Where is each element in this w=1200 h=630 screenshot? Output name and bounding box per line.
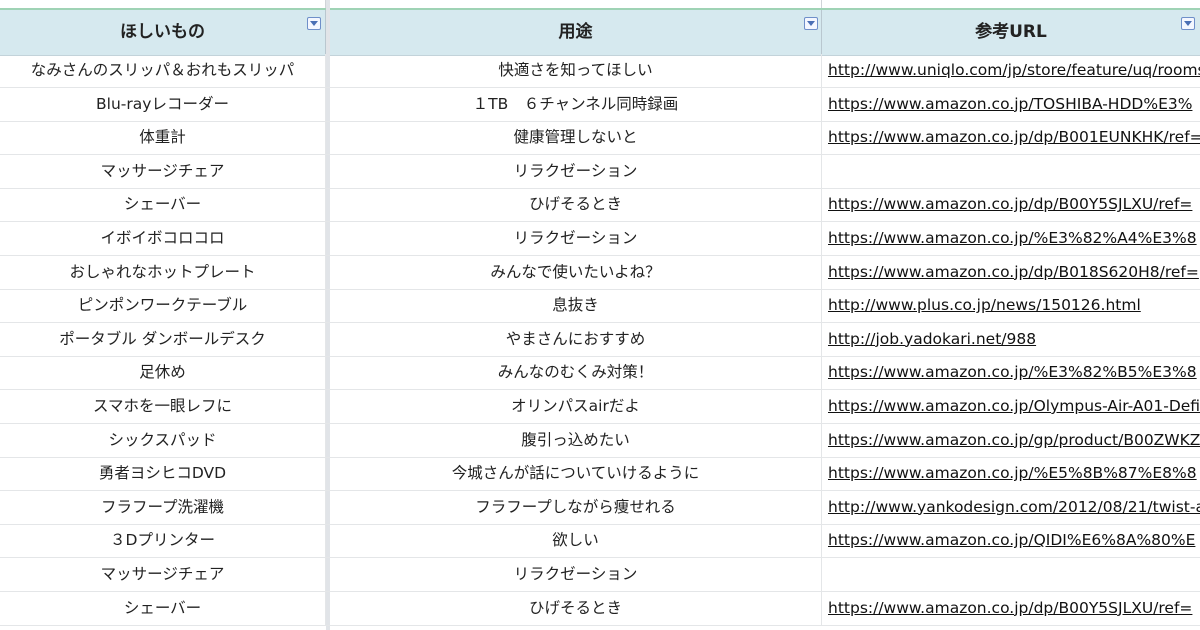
table-row: おしゃれなホットプレート みんなで使いたいよね？ https://www.amazo… bbox=[0, 255, 1200, 290]
cell-want[interactable]: 勇者ヨシヒコDVD bbox=[0, 457, 326, 491]
url-link[interactable]: http://www.plus.co.jp/news/150126.html bbox=[828, 296, 1141, 314]
cell-purpose[interactable]: みんなのむくみ対策！ bbox=[330, 356, 822, 390]
cell-purpose[interactable]: やまさんにおすすめ bbox=[330, 322, 822, 356]
cell-purpose[interactable]: 健康管理しないと bbox=[330, 121, 822, 155]
table-row: スマホを一眼レフに オリンパスairだよ https://www.amazon.co… bbox=[0, 390, 1200, 424]
cell-url[interactable] bbox=[822, 558, 1200, 591]
cell-want[interactable]: Blu-rayレコーダー bbox=[0, 87, 326, 121]
cell-purpose[interactable]: 息抜き bbox=[330, 289, 822, 323]
cell-purpose[interactable]: 今城さんが話についていけるように bbox=[330, 457, 822, 491]
table-row: 勇者ヨシヒコDVD 今城さんが話についていけるように https://www.ama… bbox=[0, 457, 1200, 492]
header-url[interactable]: 参考URL bbox=[822, 10, 1200, 55]
filter-dropdown-icon[interactable] bbox=[307, 17, 321, 30]
spreadsheet: ほしいもの 用途 参考URL なみさんのスリッパ＆おれもスリッパ 快適さを知ってほ… bbox=[0, 0, 1200, 630]
table-row: シェーバー ひげそるとき https://www.amazon.co.jp/dp/B… bbox=[0, 591, 1200, 626]
cell-url[interactable]: https://www.amazon.co.jp/dp/B001EUNKHK/r… bbox=[822, 121, 1200, 154]
table-row: シェーバー ひげそるとき https://www.amazon.co.jp/dp/B… bbox=[0, 188, 1200, 223]
table-row: フラフープ洗濯機 フラフープしながら痩せれる http://www.yankodes… bbox=[0, 490, 1200, 525]
table-row: 体重計 健康管理しないと https://www.amazon.co.jp/dp/B… bbox=[0, 121, 1200, 156]
col-strip-a bbox=[0, 0, 326, 8]
url-link[interactable]: https://www.amazon.co.jp/%E3%82%B5%E3%8 bbox=[828, 363, 1197, 381]
url-link[interactable]: https://www.amazon.co.jp/dp/B018S620H8/r… bbox=[828, 263, 1199, 281]
col-strip-b bbox=[330, 0, 822, 8]
header-row: ほしいもの 用途 参考URL bbox=[0, 8, 1200, 56]
cell-purpose[interactable]: ひげそるとき bbox=[330, 591, 822, 625]
cell-want[interactable]: シェーバー bbox=[0, 188, 326, 222]
cell-url[interactable]: http://www.uniqlo.com/jp/store/feature/u… bbox=[822, 54, 1200, 87]
cell-purpose[interactable]: 快適さを知ってほしい bbox=[330, 54, 822, 87]
header-want-label: ほしいもの bbox=[120, 22, 205, 42]
cell-url[interactable]: http://www.plus.co.jp/news/150126.html bbox=[822, 289, 1200, 322]
cell-want[interactable]: なみさんのスリッパ＆おれもスリッパ bbox=[0, 54, 326, 87]
url-link[interactable]: https://www.amazon.co.jp/gp/product/B00Z… bbox=[828, 431, 1200, 449]
cell-want[interactable]: シックスパッド bbox=[0, 423, 326, 457]
url-link[interactable]: https://www.amazon.co.jp/dp/B001EUNKHK/r… bbox=[828, 128, 1200, 146]
table-row: ３Dプリンター 欲しい https://www.amazon.co.jp/QIDI%… bbox=[0, 524, 1200, 559]
cell-url[interactable]: https://www.amazon.co.jp/gp/product/B00Z… bbox=[822, 424, 1200, 457]
cell-purpose[interactable]: ひげそるとき bbox=[330, 188, 822, 222]
cell-purpose[interactable]: リラクゼーション bbox=[330, 558, 822, 591]
url-link[interactable]: https://www.amazon.co.jp/dp/B00Y5SJLXU/r… bbox=[828, 195, 1192, 213]
header-want[interactable]: ほしいもの bbox=[0, 10, 326, 55]
header-url-label: 参考URL bbox=[975, 22, 1047, 42]
table-row: マッサージチェア リラクゼーション bbox=[0, 558, 1200, 592]
url-link[interactable]: http://job.yadokari.net/988 bbox=[828, 330, 1036, 348]
filter-dropdown-icon[interactable] bbox=[804, 17, 818, 30]
cell-want[interactable]: ピンポンワークテーブル bbox=[0, 289, 326, 323]
table-row: マッサージチェア リラクゼーション bbox=[0, 154, 1200, 189]
header-purpose-label: 用途 bbox=[558, 22, 593, 42]
cell-url[interactable]: https://www.amazon.co.jp/dp/B00Y5SJLXU/r… bbox=[822, 592, 1200, 625]
cell-url[interactable]: https://www.amazon.co.jp/%E3%82%B5%E3%8 bbox=[822, 356, 1200, 389]
cell-url[interactable] bbox=[822, 155, 1200, 188]
cell-want[interactable]: マッサージチェア bbox=[0, 558, 326, 591]
cell-want[interactable]: マッサージチェア bbox=[0, 154, 326, 188]
table-row: ポータブル ダンボールデスク やまさんにおすすめ http://job.yadoka… bbox=[0, 322, 1200, 357]
cell-want[interactable]: フラフープ洗濯機 bbox=[0, 490, 326, 524]
cell-url[interactable]: https://www.amazon.co.jp/dp/B018S620H8/r… bbox=[822, 256, 1200, 289]
url-link[interactable]: http://www.uniqlo.com/jp/store/feature/u… bbox=[828, 61, 1200, 79]
cell-url[interactable]: https://www.amazon.co.jp/QIDI%E6%8A%80%E bbox=[822, 524, 1200, 557]
cell-purpose[interactable]: 欲しい bbox=[330, 524, 822, 558]
cell-purpose[interactable]: 腹引っ込めたい bbox=[330, 423, 822, 457]
url-link[interactable]: https://www.amazon.co.jp/%E5%8B%87%E8%8 bbox=[828, 464, 1197, 482]
table-row: シックスパッド 腹引っ込めたい https://www.amazon.co.jp/g… bbox=[0, 423, 1200, 458]
cell-want[interactable]: 足休め bbox=[0, 356, 326, 390]
url-link[interactable]: http://www.yankodesign.com/2012/08/21/tw… bbox=[828, 498, 1200, 516]
cell-url[interactable]: http://job.yadokari.net/988 bbox=[822, 323, 1200, 356]
filter-dropdown-icon[interactable] bbox=[1181, 17, 1195, 30]
table-row: なみさんのスリッパ＆おれもスリッパ 快適さを知ってほしい http://www.un… bbox=[0, 54, 1200, 88]
cell-url[interactable]: https://www.amazon.co.jp/%E5%8B%87%E8%8 bbox=[822, 457, 1200, 490]
cell-purpose[interactable]: １TB ６チャンネル同時録画 bbox=[330, 87, 822, 121]
cell-url[interactable]: https://www.amazon.co.jp/Olympus-Air-A01… bbox=[822, 390, 1200, 423]
url-link[interactable]: https://www.amazon.co.jp/Olympus-Air-A01… bbox=[828, 397, 1200, 415]
cell-purpose[interactable]: オリンパスairだよ bbox=[330, 390, 822, 423]
cell-url[interactable]: https://www.amazon.co.jp/%E3%82%A4%E3%8 bbox=[822, 222, 1200, 255]
cell-want[interactable]: ポータブル ダンボールデスク bbox=[0, 322, 326, 356]
cell-purpose[interactable]: フラフープしながら痩せれる bbox=[330, 490, 822, 524]
cell-want[interactable]: 体重計 bbox=[0, 121, 326, 155]
header-purpose[interactable]: 用途 bbox=[330, 10, 822, 55]
url-link[interactable]: https://www.amazon.co.jp/TOSHIBA-HDD%E3% bbox=[828, 95, 1192, 113]
cell-want[interactable]: シェーバー bbox=[0, 591, 326, 625]
cell-url[interactable]: https://www.amazon.co.jp/dp/B00Y5SJLXU/r… bbox=[822, 188, 1200, 221]
table-row: Blu-rayレコーダー １TB ６チャンネル同時録画 https://www.am… bbox=[0, 87, 1200, 122]
cell-want[interactable]: スマホを一眼レフに bbox=[0, 390, 326, 423]
url-link[interactable]: https://www.amazon.co.jp/dp/B00Y5SJLXU/r… bbox=[828, 599, 1192, 617]
url-link[interactable]: https://www.amazon.co.jp/QIDI%E6%8A%80%E bbox=[828, 531, 1195, 549]
cell-url[interactable]: http://www.yankodesign.com/2012/08/21/tw… bbox=[822, 491, 1200, 524]
cell-purpose[interactable]: みんなで使いたいよね？ bbox=[330, 255, 822, 289]
cell-want[interactable]: おしゃれなホットプレート bbox=[0, 255, 326, 289]
cell-purpose[interactable]: リラクゼーション bbox=[330, 222, 822, 255]
cell-purpose[interactable]: リラクゼーション bbox=[330, 154, 822, 188]
cell-url[interactable]: https://www.amazon.co.jp/TOSHIBA-HDD%E3% bbox=[822, 88, 1200, 121]
url-link[interactable]: https://www.amazon.co.jp/%E3%82%A4%E3%8 bbox=[828, 229, 1197, 247]
table-row: ピンポンワークテーブル 息抜き http://www.plus.co.jp/news… bbox=[0, 289, 1200, 324]
cell-want[interactable]: イボイボコロコロ bbox=[0, 222, 326, 255]
table-row: イボイボコロコロ リラクゼーション https://www.amazon.co.jp… bbox=[0, 222, 1200, 256]
table-row: 足休め みんなのむくみ対策！ https://www.amazon.co.jp/%E… bbox=[0, 356, 1200, 391]
cell-want[interactable]: ３Dプリンター bbox=[0, 524, 326, 558]
column-strip bbox=[0, 0, 1200, 8]
